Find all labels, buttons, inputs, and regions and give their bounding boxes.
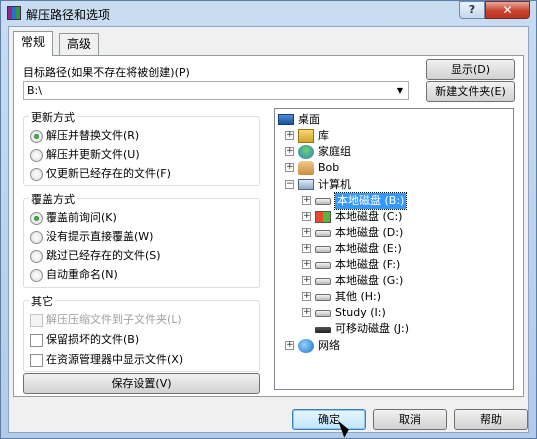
removable-drive-icon bbox=[315, 327, 331, 333]
drive-icon bbox=[315, 262, 331, 269]
target-path-value: B:\ bbox=[27, 84, 42, 97]
tab-general[interactable]: 常规 bbox=[13, 31, 54, 56]
radio-update-existing[interactable]: 仅更新已经存在的文件(F) bbox=[30, 165, 171, 181]
radio-button-icon[interactable] bbox=[30, 211, 43, 225]
show-button[interactable]: 显示(D) bbox=[426, 59, 515, 80]
expand-plus-icon[interactable]: + bbox=[302, 308, 311, 317]
new-folder-button[interactable]: 新建文件夹(E) bbox=[426, 81, 515, 102]
update-mode-group: 更新方式 解压并替换文件(R) 解压并更新文件(U) 仅更新已经存在的文件(F) bbox=[23, 109, 260, 186]
expand-plus-icon[interactable]: + bbox=[302, 292, 311, 301]
dropdown-arrow-icon[interactable]: ▼ bbox=[394, 84, 406, 98]
radio-overwrite-without-prompt[interactable]: 没有提示直接覆盖(W) bbox=[30, 228, 153, 244]
homegroup-icon bbox=[298, 145, 314, 159]
expand-plus-icon[interactable]: + bbox=[302, 244, 311, 253]
save-settings-button[interactable]: 保存设置(V) bbox=[23, 373, 260, 394]
radio-extract-update[interactable]: 解压并更新文件(U) bbox=[30, 146, 140, 162]
expand-plus-icon[interactable]: + bbox=[302, 260, 311, 269]
radio-button-icon[interactable] bbox=[30, 230, 43, 244]
drive-icon bbox=[315, 278, 331, 285]
network-icon bbox=[298, 339, 314, 353]
cancel-button[interactable]: 取消 bbox=[373, 409, 447, 430]
expand-plus-icon[interactable]: + bbox=[302, 212, 311, 221]
drive-icon bbox=[315, 198, 331, 205]
dialog-client: 常规 高级 目标路径(如果不存在将被创建)(P) 显示(D) B:\ ▼ 新建文… bbox=[8, 26, 529, 433]
radio-extract-replace[interactable]: 解压并替换文件(R) bbox=[30, 127, 139, 143]
target-path-combo[interactable]: B:\ ▼ bbox=[23, 81, 409, 100]
expand-plus-icon[interactable]: + bbox=[285, 163, 294, 172]
system-drive-icon bbox=[315, 211, 331, 223]
expand-plus-icon[interactable]: + bbox=[285, 131, 294, 140]
expand-plus-icon[interactable]: + bbox=[285, 341, 294, 350]
target-path-label: 目标路径(如果不存在将被创建)(P) bbox=[23, 66, 190, 79]
radio-button-icon[interactable] bbox=[30, 249, 43, 263]
overwrite-mode-group: 覆盖方式 覆盖前询问(K) 没有提示直接覆盖(W) 跳过已经存在的文件(S) 自… bbox=[23, 191, 260, 288]
radio-button-icon[interactable] bbox=[30, 148, 43, 162]
drive-icon bbox=[315, 310, 331, 317]
drive-icon bbox=[315, 294, 331, 301]
checkbox-icon[interactable] bbox=[30, 333, 43, 347]
library-icon bbox=[298, 129, 314, 143]
title-bar[interactable]: 解压路径和选项 ? ✕ bbox=[1, 1, 536, 26]
collapse-minus-icon[interactable]: − bbox=[285, 180, 294, 189]
close-button[interactable]: ✕ bbox=[485, 1, 530, 19]
expand-plus-icon[interactable]: + bbox=[285, 147, 294, 156]
expand-plus-icon[interactable]: + bbox=[302, 228, 311, 237]
radio-button-icon[interactable] bbox=[30, 167, 43, 181]
radio-auto-rename[interactable]: 自动重命名(N) bbox=[30, 266, 118, 282]
radio-button-icon[interactable] bbox=[30, 129, 43, 143]
misc-title: 其它 bbox=[29, 293, 55, 309]
drive-icon bbox=[315, 246, 331, 253]
drive-icon bbox=[315, 230, 331, 237]
check-keep-broken-files[interactable]: 保留损坏的文件(B) bbox=[30, 331, 139, 347]
expand-plus-icon[interactable]: + bbox=[302, 196, 311, 205]
update-mode-title: 更新方式 bbox=[29, 109, 77, 125]
help-title-button[interactable]: ? bbox=[459, 1, 485, 19]
computer-icon bbox=[298, 179, 314, 190]
tab-advanced[interactable]: 高级 bbox=[59, 33, 100, 55]
overwrite-mode-title: 覆盖方式 bbox=[29, 191, 77, 207]
ok-button[interactable]: 确定 bbox=[292, 409, 366, 430]
check-extract-to-subfolder: 解压压缩文件到子文件夹(L) bbox=[30, 311, 182, 327]
desktop-icon bbox=[278, 114, 294, 125]
check-show-in-explorer[interactable]: 在资源管理器中显示文件(X) bbox=[30, 351, 183, 367]
user-icon bbox=[298, 161, 314, 175]
radio-button-icon[interactable] bbox=[30, 268, 43, 282]
misc-group: 其它 解压压缩文件到子文件夹(L) 保留损坏的文件(B) 在资源管理器中显示文件… bbox=[23, 293, 260, 372]
checkbox-icon bbox=[30, 313, 43, 327]
help-button[interactable]: 帮助 bbox=[454, 409, 528, 430]
window-title: 解压路径和选项 bbox=[26, 8, 111, 22]
folder-tree[interactable]: 桌面 + 库 + 家庭组 + Bob − 计算机 + 本地磁盘 (B:) + 本… bbox=[274, 108, 514, 390]
checkbox-icon[interactable] bbox=[30, 353, 43, 367]
expand-plus-icon[interactable]: + bbox=[302, 276, 311, 285]
extract-options-window: 解压路径和选项 ? ✕ 常规 高级 目标路径(如果不存在将被创建)(P) 显示(… bbox=[0, 0, 537, 439]
radio-skip-existing[interactable]: 跳过已经存在的文件(S) bbox=[30, 247, 161, 263]
radio-ask-before-overwrite[interactable]: 覆盖前询问(K) bbox=[30, 209, 117, 225]
winrar-app-icon bbox=[7, 6, 21, 20]
